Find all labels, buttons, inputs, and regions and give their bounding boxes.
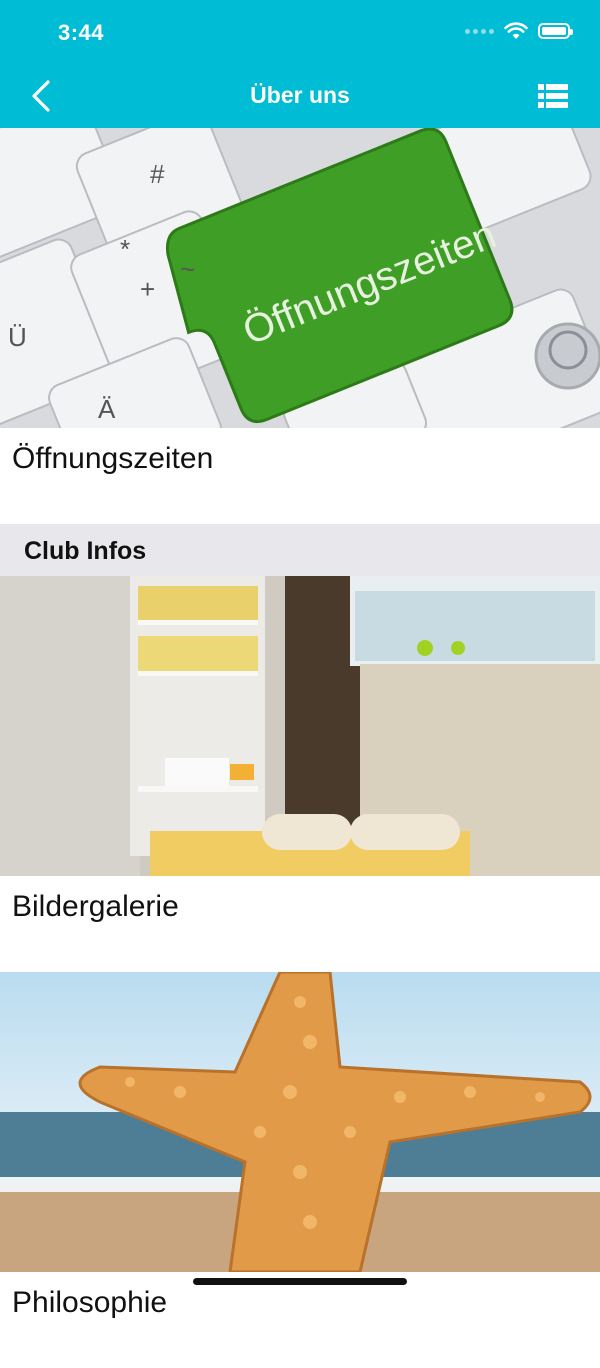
svg-text:#: # xyxy=(150,159,165,189)
svg-text:~: ~ xyxy=(180,254,195,284)
wifi-icon xyxy=(504,22,528,39)
page-title: Über uns xyxy=(250,82,350,108)
starfish-image xyxy=(0,972,600,1272)
list-icon[interactable] xyxy=(538,83,568,109)
content-list: Öffnungszeiten # * + ~ Ü Ä Öffnungszeite… xyxy=(0,128,600,1368)
battery-icon xyxy=(538,23,573,39)
svg-text:*: * xyxy=(120,234,130,264)
status-time: 3:44 xyxy=(58,20,105,45)
list-item-philosophie[interactable]: Philosophie xyxy=(0,972,600,1368)
svg-text:+: + xyxy=(140,274,155,304)
app-header: 3:44 Über uns xyxy=(0,0,600,128)
list-item-bildergalerie[interactable]: Bildergalerie xyxy=(0,576,600,972)
section-header: Club Infos xyxy=(0,524,600,576)
signal-icon xyxy=(465,28,494,34)
list-item-oeffnungszeiten[interactable]: Öffnungszeiten # * + ~ Ü Ä Öffnungszeite… xyxy=(0,128,600,524)
svg-text:Ü: Ü xyxy=(8,322,27,352)
item-label: Bildergalerie xyxy=(12,890,179,923)
item-label: Öffnungszeiten xyxy=(12,442,214,475)
gallery-image xyxy=(0,576,600,876)
status-icons xyxy=(465,22,573,40)
item-label: Philosophie xyxy=(12,1286,168,1319)
keyboard-image: Öffnungszeiten # * + ~ Ü Ä xyxy=(0,128,600,428)
home-indicator xyxy=(193,1278,407,1285)
svg-text:Ä: Ä xyxy=(98,394,116,424)
